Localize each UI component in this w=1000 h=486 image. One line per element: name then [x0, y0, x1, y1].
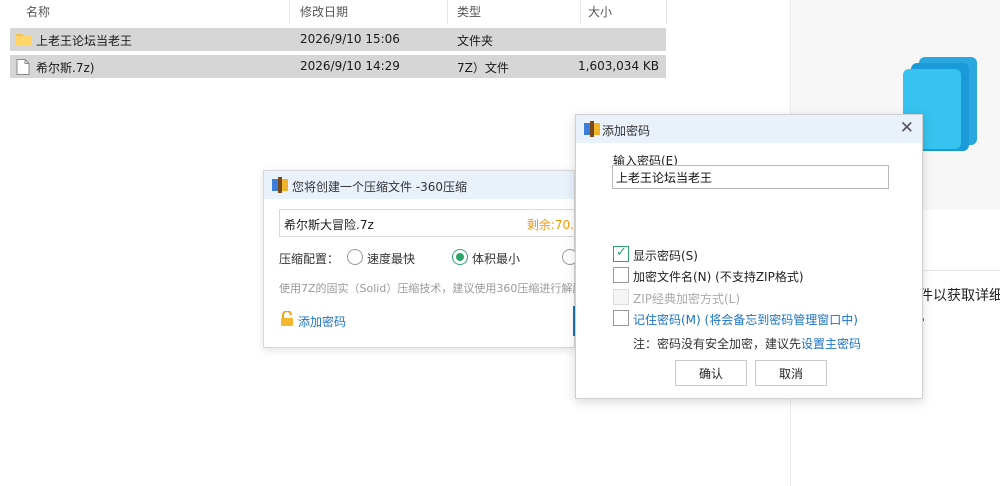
archive-app-icon	[584, 121, 600, 140]
zip-classic-checkbox	[613, 289, 629, 305]
col-separator	[666, 0, 667, 24]
file-name: 上老王论坛当老王	[36, 34, 133, 48]
remember-password-checkbox[interactable]	[613, 310, 629, 326]
cancel-button[interactable]: 取消	[755, 360, 827, 386]
compress-config-label: 压缩配置：	[279, 252, 340, 266]
radio-label-size-smallest: 体积最小	[472, 252, 521, 266]
file-list-header: 名称 修改日期 类型 大小	[10, 0, 670, 24]
compress-dialog-titlebar[interactable]: 您将创建一个压缩文件 -360压缩	[264, 171, 574, 199]
file-name: 希尔斯.7z)	[36, 61, 95, 75]
col-header-size[interactable]: 大小	[588, 3, 612, 20]
file-modified: 2026/9/10 15:06	[300, 32, 400, 46]
file-icon	[16, 59, 30, 78]
add-password-link[interactable]: 添加密码	[298, 313, 346, 330]
file-type: 文件夹	[457, 34, 494, 48]
set-master-password-link[interactable]: 设置主密码	[801, 337, 861, 351]
password-dialog-title: 添加密码	[602, 124, 651, 138]
password-input[interactable]	[612, 165, 889, 189]
password-dialog-titlebar[interactable]: 添加密码 ✕	[576, 115, 922, 143]
col-header-name[interactable]: 名称	[26, 3, 50, 20]
details-hint-text: 件以获取详细	[919, 288, 1000, 304]
col-separator	[289, 0, 290, 24]
file-row-archive[interactable]: 希尔斯.7z) 2026/9/10 14:29 7Z）文件 1,603,034 …	[10, 55, 666, 78]
compress-hint: 使用7Z的固实（Solid）压缩技术，建议使用360压缩进行解压	[279, 282, 584, 295]
lock-icon	[280, 310, 294, 330]
archive-name-field[interactable]: 希尔斯大冒险.7z 剩余:70.	[279, 209, 579, 237]
add-password-dialog: 添加密码 ✕ 输入密码(E) 显示密码(S) 加密文件名(N) (不支持ZIP格…	[575, 114, 923, 399]
remaining-space: 剩余:70.	[526, 218, 574, 232]
file-size: 1,603,034 KB	[578, 59, 659, 73]
security-note: 注：密码没有安全加密，建议先设置主密码	[633, 335, 861, 352]
close-icon[interactable]: ✕	[900, 118, 914, 138]
archive-name-value: 希尔斯大冒险.7z	[284, 218, 374, 232]
show-password-label[interactable]: 显示密码(S)	[633, 247, 698, 264]
radio-label-speed-fastest: 速度最快	[367, 252, 416, 266]
remember-password-label[interactable]: 记住密码(M) (将会备忘到密码管理窗口中)	[633, 311, 858, 328]
encrypt-filenames-label[interactable]: 加密文件名(N) (不支持ZIP格式)	[633, 268, 804, 285]
col-separator	[580, 0, 581, 24]
folder-icon	[16, 32, 32, 49]
col-separator	[447, 0, 448, 24]
col-header-type[interactable]: 类型	[457, 3, 481, 20]
security-note-text: 注：密码没有安全加密，建议先	[633, 337, 802, 351]
radio-size-smallest[interactable]	[452, 249, 468, 265]
compress-dialog: 您将创建一个压缩文件 -360压缩 希尔斯大冒险.7z 剩余:70. 压缩配置：…	[263, 170, 583, 348]
archive-app-icon	[272, 177, 288, 196]
file-modified: 2026/9/10 14:29	[300, 59, 400, 73]
encrypt-filenames-checkbox[interactable]	[613, 267, 629, 283]
file-type: 7Z）文件	[457, 61, 509, 75]
show-password-checkbox[interactable]	[613, 245, 629, 262]
radio-speed-fastest[interactable]	[347, 249, 363, 265]
file-row-folder[interactable]: 上老王论坛当老王 2026/9/10 15:06 文件夹	[10, 28, 666, 51]
confirm-button[interactable]: 确认	[675, 360, 747, 386]
zip-classic-label: ZIP经典加密方式(L)	[633, 292, 741, 306]
file-list: 名称 修改日期 类型 大小 上老王论坛当老王 2026/9/10 15:06 文…	[10, 0, 670, 78]
col-header-modified[interactable]: 修改日期	[300, 3, 348, 20]
compress-dialog-title: 您将创建一个压缩文件 -360压缩	[292, 180, 468, 194]
